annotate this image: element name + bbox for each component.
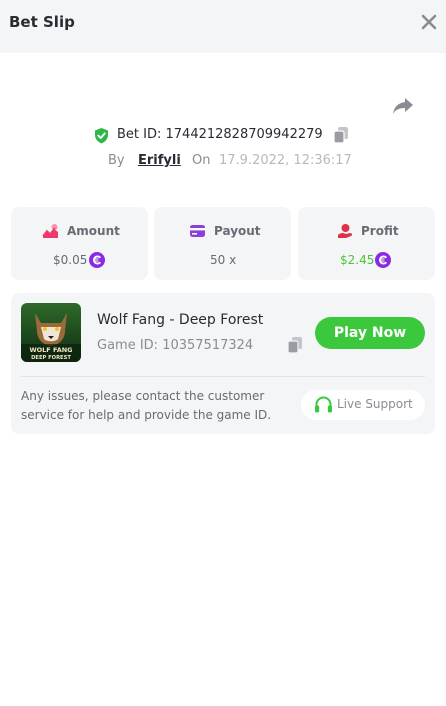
by-label: By bbox=[108, 153, 125, 168]
bet-slip-header: Bet Slip bbox=[0, 0, 446, 53]
user-link[interactable]: Erifyli bbox=[138, 153, 181, 168]
live-support-label: Live Support bbox=[337, 397, 413, 411]
shield-check-icon bbox=[95, 128, 108, 144]
profit-label: Profit bbox=[361, 224, 399, 238]
wolf-thumbnail-image: WOLF FANG DEEP FOREST bbox=[21, 303, 81, 362]
wallet-card-icon bbox=[190, 225, 205, 237]
profit-value: $2.45 bbox=[340, 253, 375, 267]
headset-icon bbox=[315, 396, 332, 413]
share-button[interactable] bbox=[392, 94, 414, 116]
game-id: Game ID: 10357517324 bbox=[97, 338, 254, 353]
coin-icon bbox=[89, 252, 105, 268]
close-button[interactable] bbox=[420, 12, 438, 32]
on-label: On bbox=[192, 153, 211, 168]
live-support-button[interactable]: Live Support bbox=[301, 390, 425, 420]
play-now-button[interactable]: Play Now bbox=[315, 317, 425, 349]
rising-chart-icon bbox=[42, 224, 58, 238]
game-card: WOLF FANG DEEP FOREST Wolf Fang - Deep F… bbox=[11, 293, 435, 434]
bet-datetime: 17.9.2022, 12:36:17 bbox=[219, 153, 352, 168]
support-notice: Any issues, please contact the customer … bbox=[21, 389, 272, 422]
thumb-subtitle: DEEP FOREST bbox=[31, 355, 71, 361]
payout-card: Payout 50 x bbox=[154, 207, 291, 280]
bet-id-row: Bet ID: 1744212828709942279 bbox=[0, 125, 446, 145]
game-name: Wolf Fang - Deep Forest bbox=[97, 312, 264, 328]
thumb-title: WOLF FANG bbox=[29, 346, 72, 354]
bet-author-row: By Erifyli On 17.9.2022, 12:36:17 bbox=[0, 152, 446, 172]
coin-icon bbox=[375, 252, 391, 268]
divider bbox=[21, 376, 425, 377]
amount-card: Amount $0.05 bbox=[11, 207, 148, 280]
payout-value: 50 x bbox=[210, 253, 237, 267]
amount-label: Amount bbox=[67, 224, 120, 238]
amount-value: $0.05 bbox=[53, 253, 88, 267]
bet-id: Bet ID: 1744212828709942279 bbox=[117, 127, 323, 142]
game-thumbnail[interactable]: WOLF FANG DEEP FOREST bbox=[21, 303, 81, 362]
profit-card: Profit $2.45 bbox=[298, 207, 435, 280]
money-hand-icon bbox=[338, 224, 353, 238]
page-title: Bet Slip bbox=[9, 13, 75, 31]
close-icon bbox=[421, 14, 437, 30]
copy-icon[interactable] bbox=[333, 126, 349, 144]
payout-label: Payout bbox=[214, 224, 261, 238]
copy-icon[interactable] bbox=[287, 336, 303, 354]
share-icon bbox=[393, 98, 413, 114]
